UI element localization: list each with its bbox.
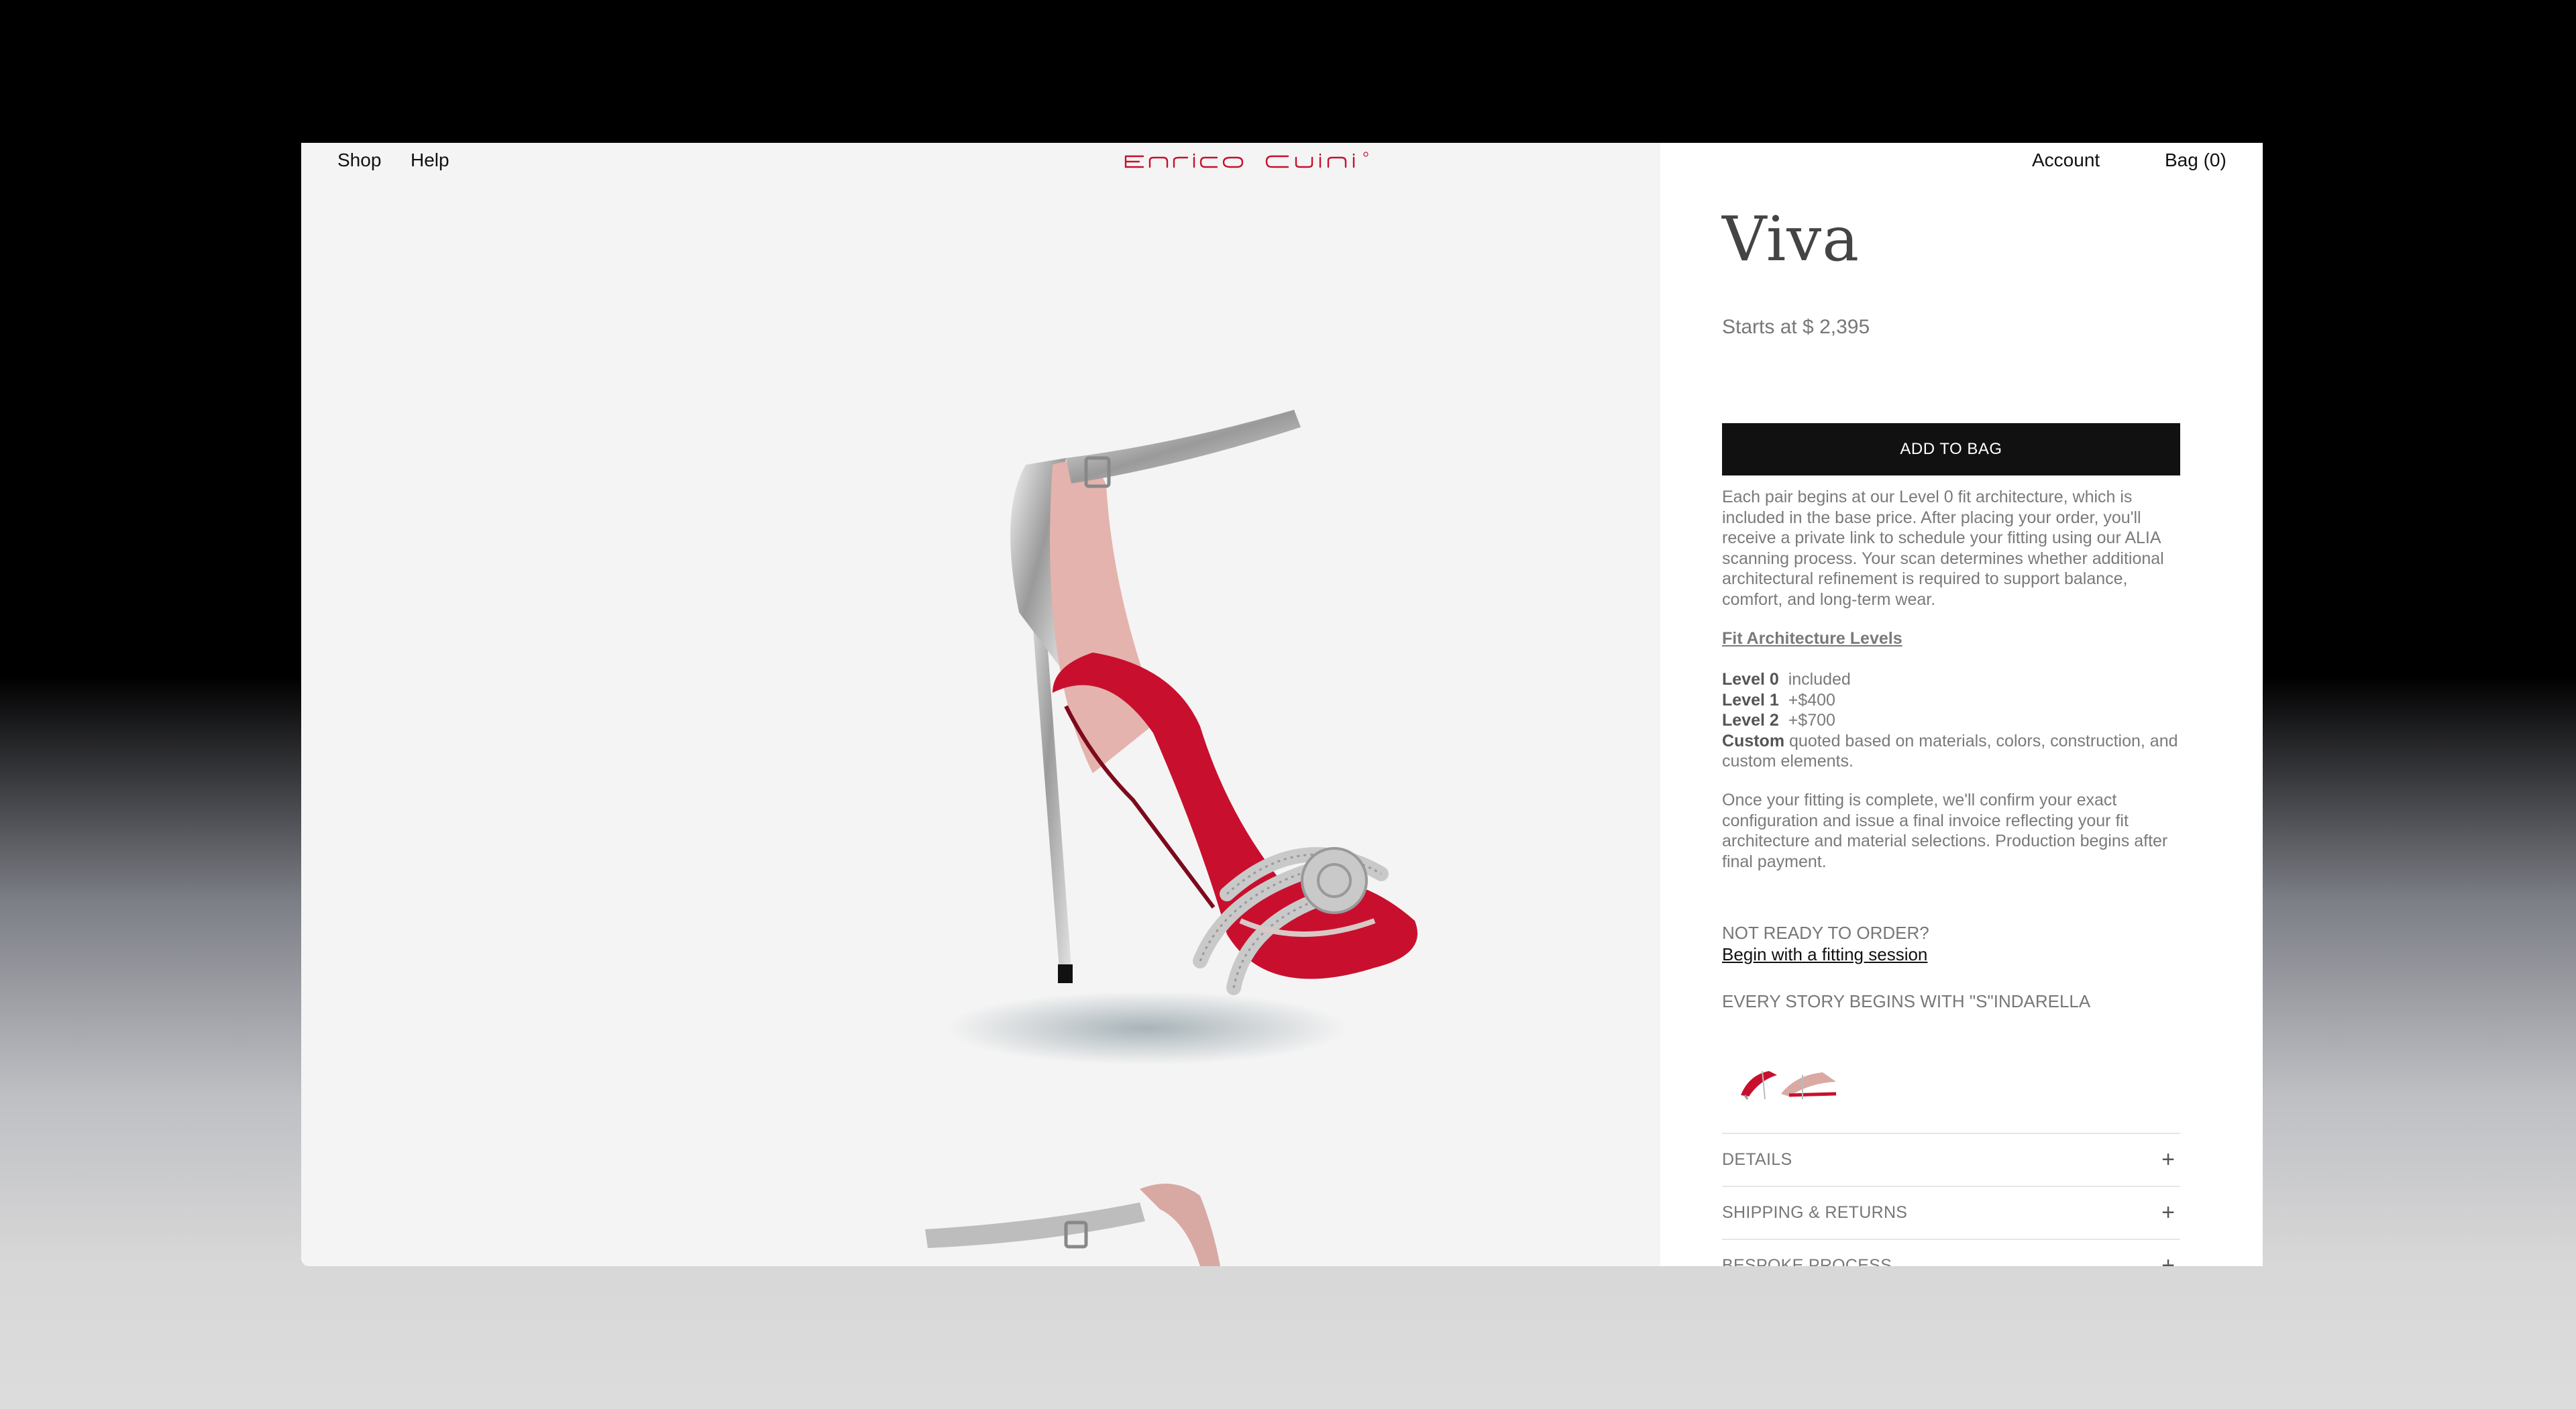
level-item: Level 0 included: [1722, 669, 2185, 690]
product-image-secondary[interactable]: [918, 1169, 1267, 1266]
brand-logo[interactable]: [1123, 151, 1438, 171]
nav-shop[interactable]: Shop: [337, 150, 381, 171]
add-to-bag-button[interactable]: ADD TO BAG: [1722, 423, 2180, 475]
fit-architecture-link[interactable]: Fit Architecture Levels: [1722, 629, 1902, 649]
plus-icon: +: [2161, 1253, 2175, 1266]
product-description: Each pair begins at our Level 0 fit arch…: [1722, 488, 2164, 609]
level-value: +$400: [1788, 690, 1835, 710]
accordion-label: SHIPPING & RETURNS: [1722, 1203, 1908, 1222]
level-name: Custom: [1722, 731, 1785, 750]
accordion-shipping-returns[interactable]: SHIPPING & RETURNS +: [1722, 1186, 2180, 1239]
level-item: Level 2 +$700: [1722, 710, 2185, 731]
product-info-panel: Account Bag (0) Viva Starts at $ 2,395 A…: [1660, 143, 2263, 1266]
nav-help[interactable]: Help: [411, 150, 449, 171]
product-price: Starts at $ 2,395: [1722, 316, 1870, 338]
accordion-label: DETAILS: [1722, 1150, 1792, 1169]
level-item: Custom quoted based on materials, colors…: [1722, 731, 2185, 772]
story-label: EVERY STORY BEGINS WITH "S"INDARELLA: [1722, 991, 2091, 1011]
accordion-label: BESPOKE PROCESS: [1722, 1256, 1892, 1266]
plus-icon: +: [2161, 1147, 2175, 1172]
level-value: quoted based on materials, colors, const…: [1722, 731, 2178, 771]
browser-window: Shop Help Account Bag (0) Viva Starts at…: [301, 143, 2263, 1266]
product-gallery[interactable]: Shop Help: [301, 143, 1660, 1266]
level-name: Level 2: [1722, 711, 1779, 730]
fit-levels-list: Level 0 included Level 1 +$400 Level 2 +…: [1722, 669, 2185, 772]
final-invoice-note: Once your fitting is complete, we'll con…: [1722, 791, 2168, 871]
level-name: Level 1: [1722, 690, 1779, 710]
level-value: included: [1788, 670, 1851, 689]
product-title: Viva: [1722, 203, 1860, 275]
accordion-bespoke-process[interactable]: BESPOKE PROCESS +: [1722, 1239, 2180, 1266]
nav-bag[interactable]: Bag (0): [2165, 150, 2226, 171]
fitting-session-link[interactable]: Begin with a fitting session: [1722, 944, 1927, 965]
level-item: Level 1 +$400: [1722, 690, 2185, 711]
not-ready-label: NOT READY TO ORDER?: [1722, 923, 1929, 943]
accordion-details[interactable]: DETAILS +: [1722, 1133, 2180, 1186]
product-image-main[interactable]: [623, 290, 1576, 1082]
nav-account[interactable]: Account: [2032, 150, 2100, 171]
plus-icon: +: [2161, 1200, 2175, 1225]
level-name: Level 0: [1722, 670, 1779, 689]
related-product-thumbnail[interactable]: [1735, 1055, 1843, 1102]
level-value: +$700: [1788, 711, 1835, 730]
